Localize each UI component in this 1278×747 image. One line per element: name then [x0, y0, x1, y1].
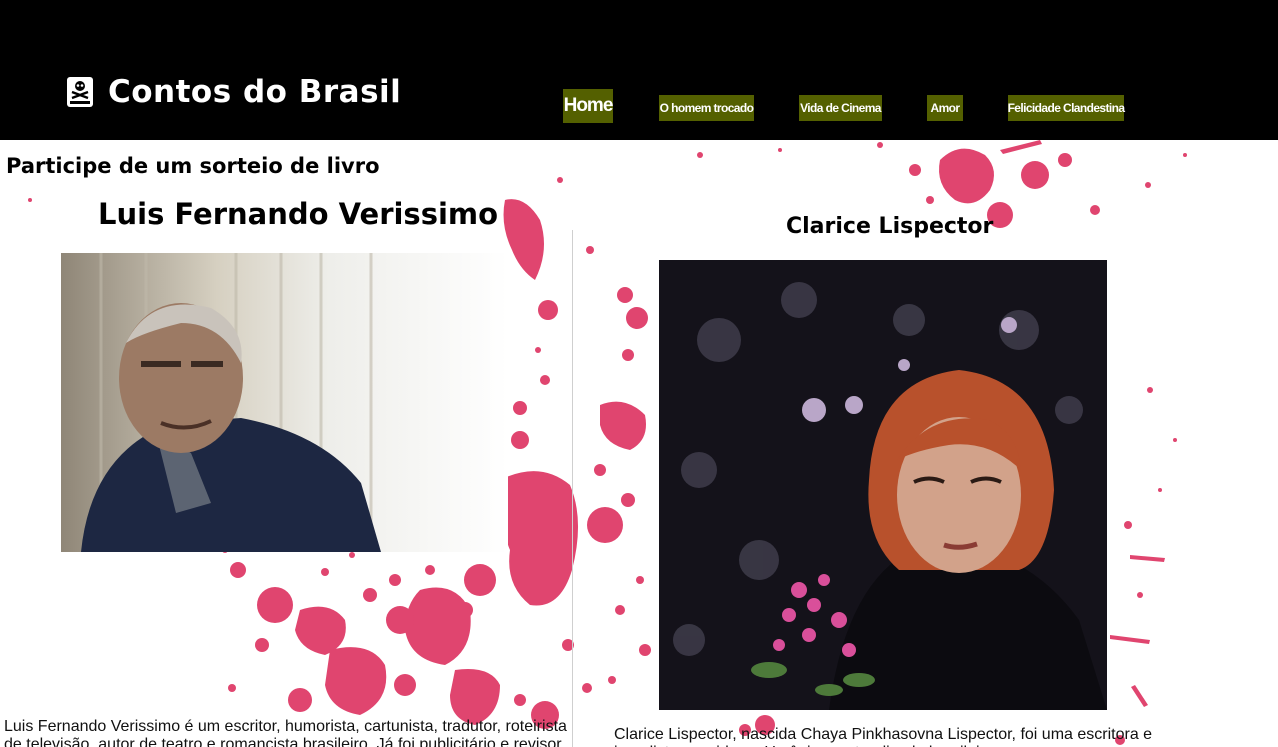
nav-o-homem-trocado[interactable]: O homem trocado	[659, 95, 754, 121]
author-bio-lispector: Clarice Lispector, nascida Chaya Pinkhas…	[614, 726, 1153, 747]
brand[interactable]: Contos do Brasil	[66, 74, 401, 110]
book-giveaway-link[interactable]: Participe de um sorteio de livro	[6, 154, 380, 178]
column-divider	[572, 230, 573, 747]
book-skull-icon	[67, 77, 93, 107]
nav-felicidade-clandestina[interactable]: Felicidade Clandestina	[1008, 95, 1125, 121]
author-name-lispector: Clarice Lispector	[786, 214, 994, 239]
author-name-verissimo: Luis Fernando Verissimo	[98, 197, 499, 231]
nav-amor[interactable]: Amor	[927, 95, 963, 121]
site-title: Contos do Brasil	[108, 74, 402, 110]
nav-vida-de-cinema[interactable]: Vida de Cinema	[799, 95, 882, 121]
portrait-verissimo	[61, 253, 508, 552]
site-header: Contos do Brasil Home O homem trocado Vi…	[0, 0, 1278, 140]
author-bio-verissimo: Luis Fernando Verissimo é um escritor, h…	[4, 718, 567, 747]
nav-home[interactable]: Home	[563, 89, 613, 123]
portrait-lispector	[659, 260, 1107, 710]
